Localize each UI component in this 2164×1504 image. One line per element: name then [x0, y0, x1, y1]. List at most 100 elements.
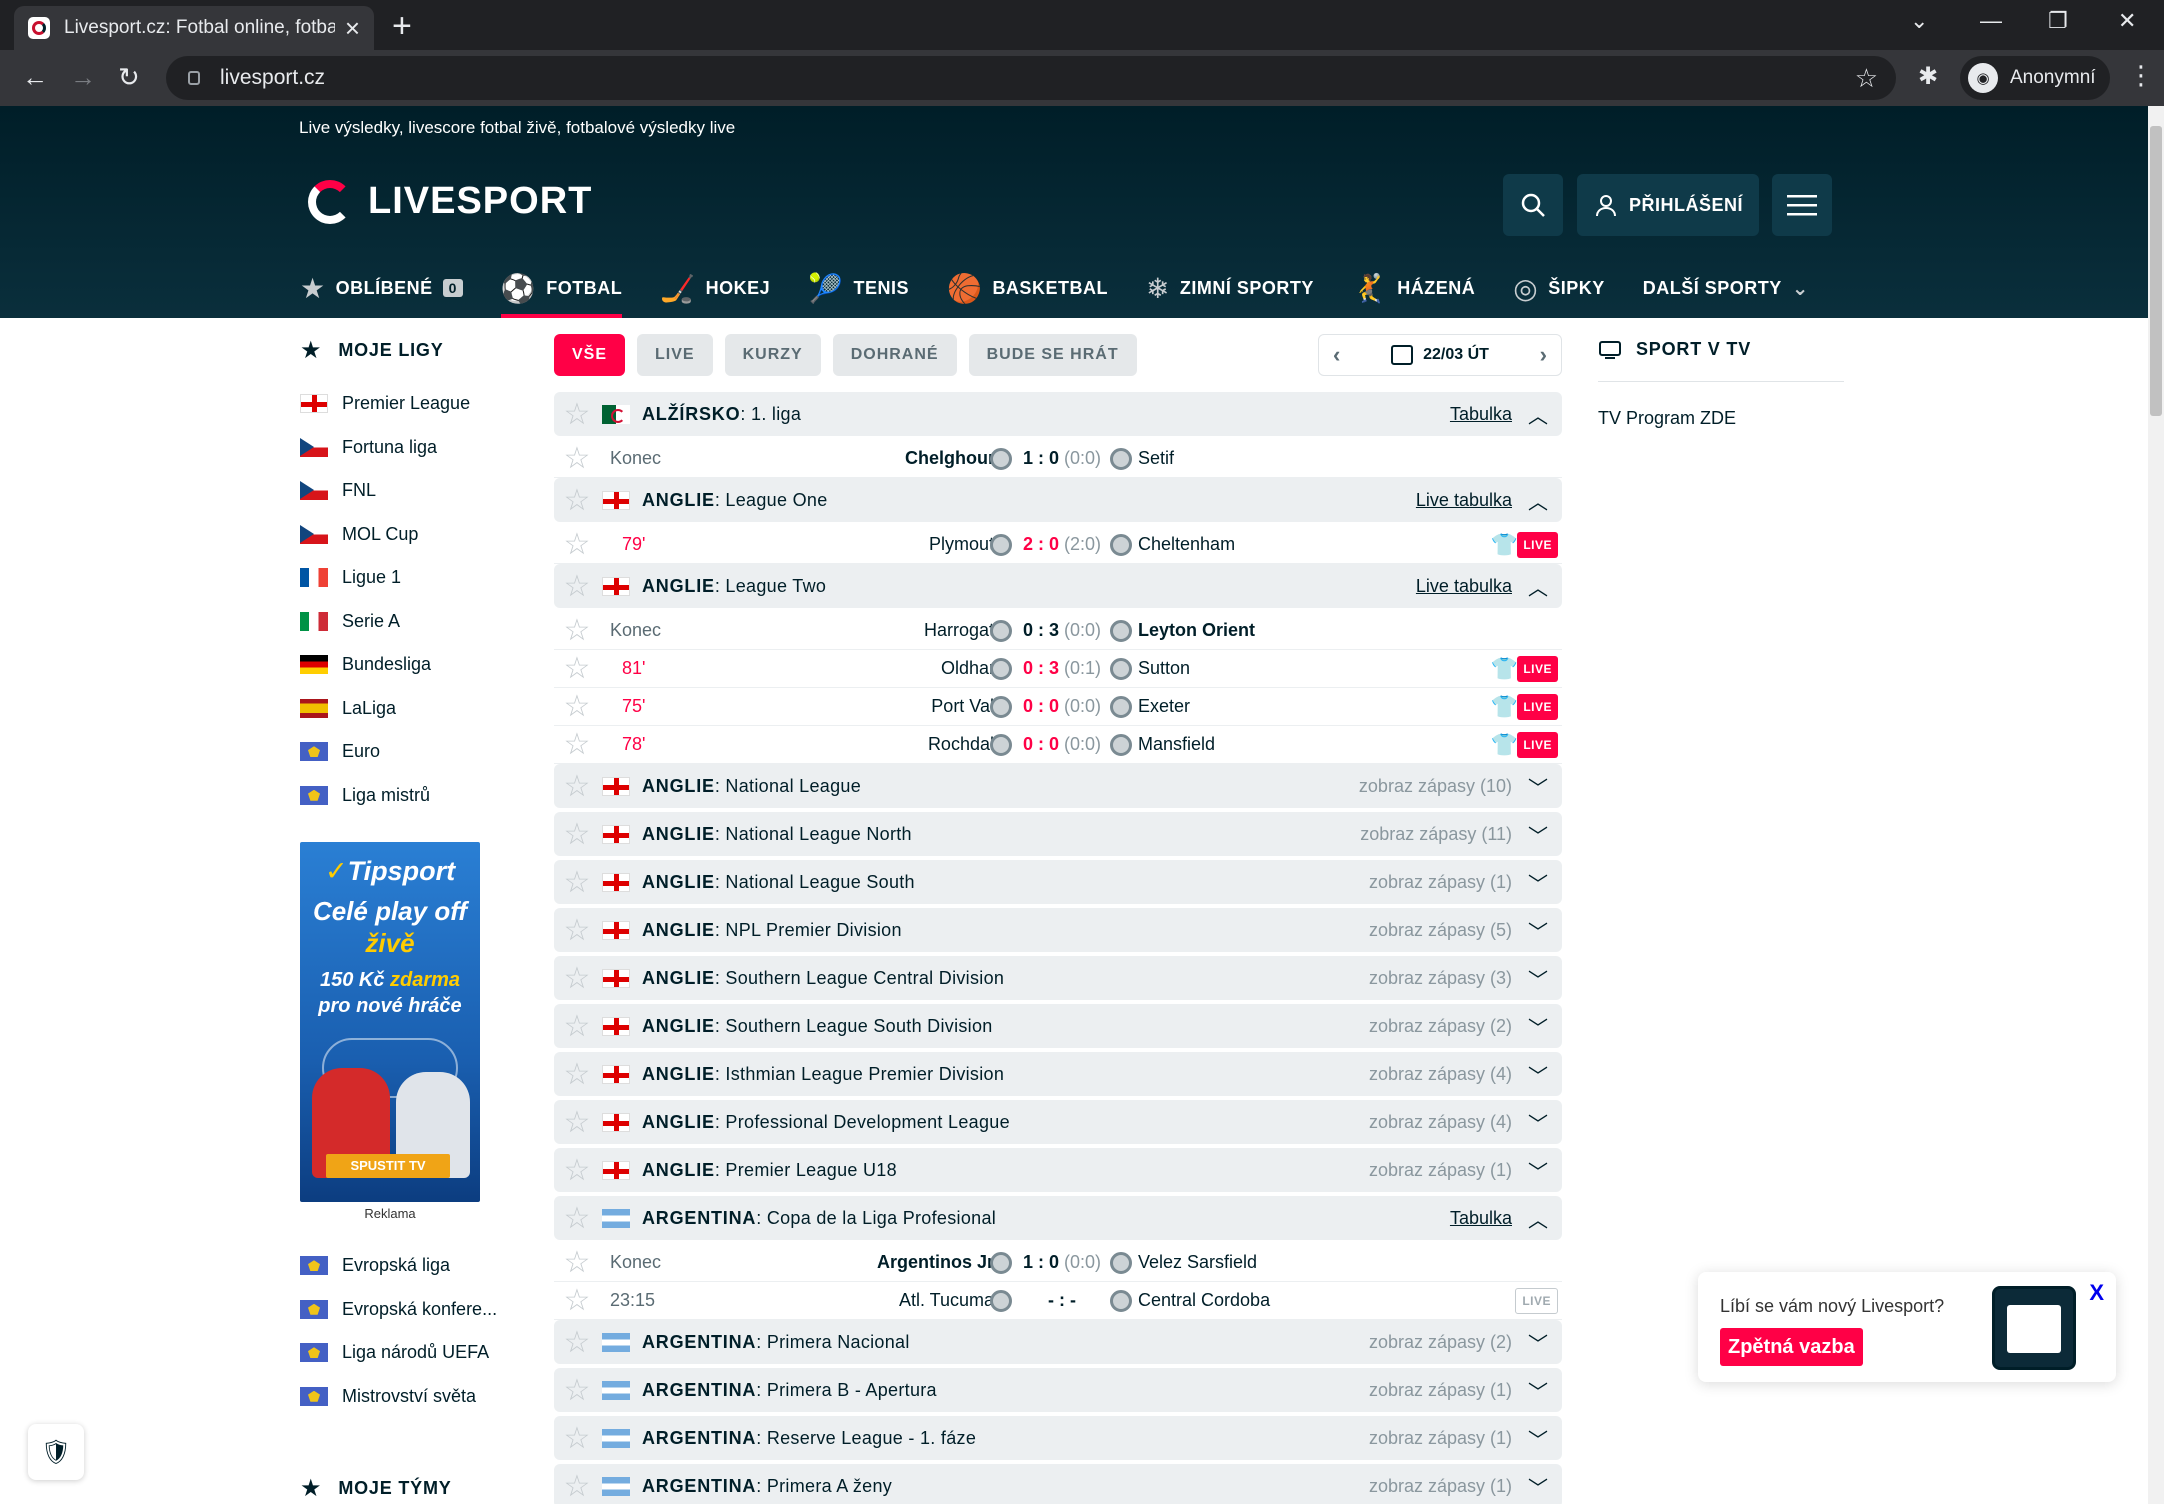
favorite-star-icon[interactable]: ☆ — [558, 1373, 596, 1408]
chevron-down-icon[interactable]: ﹀ — [1528, 964, 1548, 993]
sidebar-league-item[interactable]: Evropská konfere... — [300, 1288, 540, 1332]
favorite-star-icon[interactable]: ☆ — [558, 817, 596, 852]
chevron-down-icon[interactable]: ﹀ — [1528, 1108, 1548, 1137]
live-badge[interactable]: LIVE — [1517, 693, 1558, 720]
sport-tab-basketball[interactable]: 🏀 BASKETBAL — [947, 258, 1108, 318]
lineup-shirt-icon[interactable]: 👕 — [1491, 694, 1518, 720]
live-badge[interactable]: LIVE — [1517, 731, 1558, 758]
sidebar-league-item[interactable]: Premier League — [300, 382, 540, 426]
match-row[interactable]: ☆ 81' Oldham 0 : 3 (0:1) Sutton 👕 LIVE — [554, 650, 1562, 688]
show-matches-link[interactable]: zobraz zápasy (4) — [1369, 1112, 1512, 1133]
league-name[interactable]: ANGLIE: National League North — [642, 824, 912, 845]
chevron-down-icon[interactable]: ﹀ — [1528, 1424, 1548, 1453]
address-bar[interactable]: livesport.cz ☆ — [166, 56, 1896, 100]
forward-icon[interactable]: → — [70, 62, 96, 93]
league-name[interactable]: ARGENTINA: Primera B - Apertura — [642, 1380, 937, 1401]
chevron-down-icon[interactable]: ﹀ — [1528, 868, 1548, 897]
favorite-star-icon[interactable]: ☆ — [558, 1245, 596, 1280]
league-name[interactable]: ANGLIE: National League — [642, 776, 861, 797]
league-header[interactable]: ☆ ANGLIE: Southern League South Division z… — [554, 1004, 1562, 1048]
chevron-down-icon[interactable]: ﹀ — [1528, 772, 1548, 801]
chevron-up-icon[interactable]: ︿ — [1528, 400, 1548, 429]
show-matches-link[interactable]: zobraz zápasy (3) — [1369, 968, 1512, 989]
favorite-star-icon[interactable]: ☆ — [558, 613, 596, 648]
restore-icon[interactable]: ❐ — [2048, 8, 2068, 34]
favorite-star-icon[interactable]: ☆ — [558, 1057, 596, 1092]
close-window-icon[interactable]: ✕ — [2118, 8, 2136, 34]
standings-link[interactable]: Live tabulka — [1416, 576, 1512, 597]
sidebar-league-item[interactable]: Ligue 1 — [300, 556, 540, 600]
favorite-star-icon[interactable]: ☆ — [558, 651, 596, 686]
match-row[interactable]: ☆ 79' Plymouth 2 : 0 (2:0) Cheltenham 👕 LIVE — [554, 526, 1562, 564]
match-row[interactable]: ☆ Konec Chelghoum 1 : 0 (0:0) Setif — [554, 440, 1562, 478]
chevron-up-icon[interactable]: ︿ — [1528, 572, 1548, 601]
league-header[interactable]: ☆ ANGLIE: Southern League Central Divisio… — [554, 956, 1562, 1000]
chevron-down-icon[interactable]: ﹀ — [1528, 916, 1548, 945]
league-header[interactable]: ☆ ANGLIE: National League zobraz zápasy (1… — [554, 764, 1562, 808]
filter-all[interactable]: VŠE — [554, 334, 626, 376]
show-matches-link[interactable]: zobraz zápasy (2) — [1369, 1016, 1512, 1037]
chevron-down-icon[interactable]: ﹀ — [1528, 1376, 1548, 1405]
match-row[interactable]: ☆ Konec Argentinos Jrs 1 : 0 (0:0) Velez Sar… — [554, 1244, 1562, 1282]
league-name[interactable]: ANGLIE: Southern League Central Division — [642, 968, 1004, 989]
show-matches-link[interactable]: zobraz zápasy (1) — [1369, 872, 1512, 893]
sport-tab-tennis[interactable]: 🎾 TENIS — [808, 258, 909, 318]
feedback-button[interactable]: Zpětná vazba — [1720, 1328, 1863, 1366]
favorite-star-icon[interactable]: ☆ — [558, 569, 596, 604]
sidebar-league-item[interactable]: Serie A — [300, 600, 540, 644]
live-badge[interactable]: LIVE — [1515, 1287, 1558, 1314]
league-header[interactable]: ☆ ANGLIE: Isthmian League Premier Divisio… — [554, 1052, 1562, 1096]
feedback-close-button[interactable]: X — [2089, 1280, 2104, 1306]
league-header[interactable]: ☆ ANGLIE: National League South zobraz záp… — [554, 860, 1562, 904]
match-row[interactable]: ☆ 78' Rochdale 0 : 0 (0:0) Mansfield 👕 LIVE — [554, 726, 1562, 764]
standings-link[interactable]: Tabulka — [1450, 404, 1512, 425]
chevron-down-icon[interactable]: ﹀ — [1528, 1060, 1548, 1089]
league-header[interactable]: ☆ ANGLIE: NPL Premier Division zobraz zápa… — [554, 908, 1562, 952]
hamburger-menu-button[interactable] — [1772, 174, 1832, 236]
favorite-star-icon[interactable]: ☆ — [558, 1421, 596, 1456]
chevron-down-icon[interactable]: ﹀ — [1528, 1472, 1548, 1501]
show-matches-link[interactable]: zobraz zápasy (11) — [1360, 824, 1512, 845]
league-name[interactable]: ANGLIE: Professional Development League — [642, 1112, 1010, 1133]
next-day-icon[interactable]: › — [1540, 342, 1547, 368]
lineup-shirt-icon[interactable]: 👕 — [1491, 656, 1518, 682]
extensions-icon[interactable]: ✱ — [1918, 62, 1938, 91]
sport-tab-more[interactable]: DALŠÍ SPORTY ⌄ — [1643, 258, 1809, 318]
league-name[interactable]: ANGLIE: Southern League South Division — [642, 1016, 993, 1037]
favorite-star-icon[interactable]: ☆ — [558, 1009, 596, 1044]
chevron-down-icon[interactable]: ﹀ — [1528, 1012, 1548, 1041]
favorite-star-icon[interactable]: ☆ — [558, 1325, 596, 1360]
reload-icon[interactable]: ↻ — [118, 62, 140, 93]
live-badge[interactable]: LIVE — [1517, 531, 1558, 558]
browser-tab[interactable]: Livesport.cz: Fotbal online, fotbal × — [14, 6, 374, 50]
match-row[interactable]: ☆ 75' Port Vale 0 : 0 (0:0) Exeter 👕 LIVE — [554, 688, 1562, 726]
favorite-star-icon[interactable]: ☆ — [558, 727, 596, 762]
lineup-shirt-icon[interactable]: 👕 — [1491, 532, 1518, 558]
chevron-down-icon[interactable]: ﹀ — [1528, 1156, 1548, 1185]
profile-button[interactable]: ◉ Anonymní — [1960, 56, 2110, 100]
league-header[interactable]: ☆ ANGLIE: League One Live tabulka ︿ — [554, 478, 1562, 522]
league-header[interactable]: ☆ ARGENTINA: Reserve League - 1. fáze zobr… — [554, 1416, 1562, 1460]
match-row[interactable]: ☆ 23:15 Atl. Tucuman - : - Central Cordoba LI… — [554, 1282, 1562, 1320]
minimize-icon[interactable]: — — [1980, 8, 2002, 34]
favorite-star-icon[interactable]: ☆ — [558, 865, 596, 900]
show-matches-link[interactable]: zobraz zápasy (2) — [1369, 1332, 1512, 1353]
sidebar-league-item[interactable]: Evropská liga — [300, 1244, 540, 1288]
sidebar-league-item[interactable]: Liga mistrů — [300, 774, 540, 818]
filter-scheduled[interactable]: BUDE SE HRÁT — [968, 334, 1137, 376]
league-header[interactable]: ☆ ARGENTINA: Primera Nacional zobraz zápas… — [554, 1320, 1562, 1364]
league-header[interactable]: ☆ ANGLIE: Premier League U18 zobraz zápasy… — [554, 1148, 1562, 1192]
favorite-star-icon[interactable]: ☆ — [558, 1201, 596, 1236]
favorite-star-icon[interactable]: ☆ — [558, 1283, 596, 1318]
live-badge[interactable]: LIVE — [1517, 655, 1558, 682]
sport-tab-favorites[interactable]: ★ OBLÍBENÉ 0 — [300, 258, 463, 318]
favorite-star-icon[interactable]: ☆ — [558, 961, 596, 996]
league-header[interactable]: ☆ ANGLIE: Professional Development League… — [554, 1100, 1562, 1144]
login-button[interactable]: PŘIHLÁŠENÍ — [1577, 174, 1759, 236]
league-name[interactable]: ARGENTINA: Reserve League - 1. fáze — [642, 1428, 976, 1449]
filter-finished[interactable]: DOHRANÉ — [832, 334, 957, 376]
show-matches-link[interactable]: zobraz zápasy (1) — [1369, 1380, 1512, 1401]
tipsport-ad-banner[interactable]: ✓Tipsport Celé play off živě 150 Kč zdarm… — [300, 842, 480, 1202]
favorite-star-icon[interactable]: ☆ — [558, 769, 596, 804]
ad-cta-button[interactable]: SPUSTIT TV — [326, 1154, 450, 1178]
